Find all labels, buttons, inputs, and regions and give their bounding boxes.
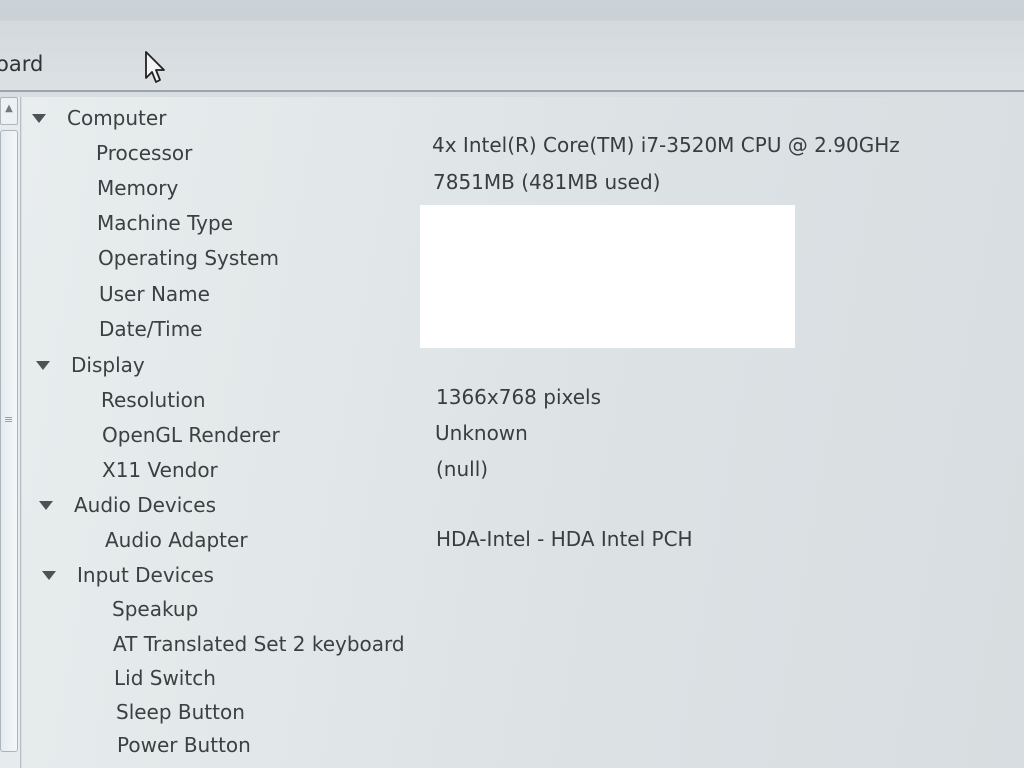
input-device-item[interactable]: AT Translated Set 2 keyboard (113, 632, 405, 656)
audio-adapter-value: HDA-Intel - HDA Intel PCH (436, 527, 693, 551)
opengl-renderer-label[interactable]: OpenGL Renderer (102, 423, 280, 447)
redacted-area (420, 205, 795, 348)
scroll-up-button[interactable]: ▲ (0, 97, 18, 125)
collapse-arrow-icon[interactable] (32, 114, 46, 123)
processor-label[interactable]: Processor (96, 141, 192, 165)
resolution-value: 1366x768 pixels (436, 385, 602, 409)
processor-value: 4x Intel(R) Core(TM) i7-3520M CPU @ 2.90… (432, 133, 900, 157)
input-device-item[interactable]: Lid Switch (114, 666, 216, 690)
vertical-scrollbar[interactable]: ▲ ≡ (0, 97, 21, 768)
date-time-label[interactable]: Date/Time (99, 317, 203, 341)
tree-node-input-devices[interactable]: Input Devices (77, 563, 214, 587)
x11-vendor-label[interactable]: X11 Vendor (102, 458, 218, 482)
collapse-arrow-icon[interactable] (36, 361, 50, 370)
operating-system-label[interactable]: Operating System (98, 246, 279, 270)
audio-adapter-label[interactable]: Audio Adapter (105, 528, 248, 552)
x11-vendor-value: (null) (436, 457, 489, 481)
tree-node-computer[interactable]: Computer (67, 106, 166, 130)
collapse-arrow-icon[interactable] (39, 501, 53, 510)
resolution-label[interactable]: Resolution (101, 388, 206, 412)
tree-node-audio-devices[interactable]: Audio Devices (74, 493, 216, 517)
toolbar-label[interactable]: oard (0, 52, 43, 76)
collapse-arrow-icon[interactable] (42, 571, 56, 580)
device-tree: Computer Processor 4x Intel(R) Core(TM) … (22, 97, 1024, 768)
input-device-item[interactable]: Speakup (112, 597, 198, 621)
input-device-item[interactable]: Sleep Button (116, 700, 245, 724)
memory-label[interactable]: Memory (97, 176, 178, 200)
machine-type-label[interactable]: Machine Type (97, 211, 233, 235)
user-name-label[interactable]: User Name (99, 282, 210, 306)
scroll-thumb[interactable] (0, 130, 18, 752)
mouse-pointer-icon (145, 51, 165, 83)
opengl-renderer-value: Unknown (435, 421, 528, 445)
input-device-item[interactable]: Power Button (117, 733, 251, 757)
tree-node-display[interactable]: Display (71, 353, 145, 377)
scroll-grip-icon: ≡ (4, 413, 14, 426)
memory-value: 7851MB (481MB used) (433, 170, 661, 194)
toolbar: oard (0, 0, 1024, 92)
